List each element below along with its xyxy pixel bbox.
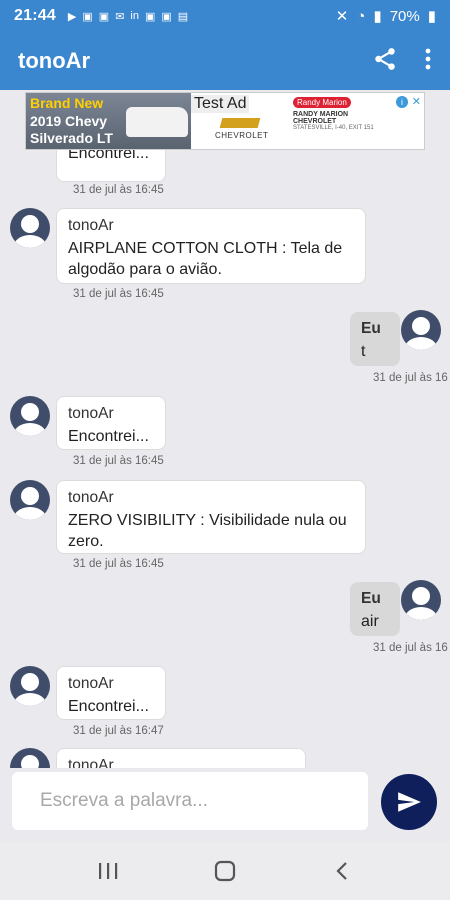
word-input[interactable]	[12, 772, 368, 830]
square-icon: ▣	[98, 10, 110, 23]
avatar	[10, 666, 50, 706]
test-ad-label: Test Ad	[191, 95, 250, 113]
message-timestamp: 31 de jul às 16:45	[73, 558, 164, 570]
avatar	[10, 396, 50, 436]
dealer-location: STATESVILLE, I-40, EXIT 151	[293, 125, 374, 131]
mute-icon: ✕	[335, 8, 349, 25]
message-timestamp: 31 de jul às 16:45	[73, 184, 164, 196]
play-icon: ▶	[67, 10, 77, 23]
message-text: AIRPLANE COTTON CLOTH : Tela de algodão …	[68, 240, 343, 278]
wifi-icon: ◔	[356, 7, 366, 25]
message-timestamp: 31 de jul às 16:45	[73, 455, 164, 467]
brand-name: CHEVROLET	[215, 131, 269, 140]
battery-icon: ▮	[427, 8, 436, 25]
avatar	[401, 580, 441, 620]
message-sender: tonoAr	[68, 757, 114, 768]
message-timestamp: 31 de jul às 16	[373, 642, 448, 654]
message-bubble-sent: Eu air	[350, 582, 400, 636]
status-bar: 21:44 ▶ ▣ ▣ ✉ in ▣ ▣ ▤ ✕ ◔ ▮ 70% ▮	[0, 0, 450, 32]
mail-icon: ✉	[115, 10, 125, 23]
dealer-name: RANDY MARION	[293, 111, 349, 118]
message-text: ZERO VISIBILITY : Visibilidade nula ou z…	[68, 512, 347, 550]
ad-left-panel: Brand New 2019 Chevy Silverado LT	[26, 93, 191, 149]
navigation-bar	[0, 842, 450, 900]
send-icon	[398, 792, 421, 812]
send-button[interactable]	[381, 774, 437, 830]
ad-mid-panel: Test Ad CHEVROLET	[191, 93, 289, 149]
message-text: Encontrei...	[68, 428, 149, 445]
image-icon: ▤	[177, 10, 189, 23]
message-text: t	[361, 343, 366, 360]
home-icon	[214, 860, 236, 882]
message-sender: tonoAr	[68, 405, 114, 422]
ad-trim: Silverado LT	[30, 130, 113, 146]
ad-info-icon[interactable]: i	[396, 96, 408, 108]
message-bubble-sent: Eu t	[350, 312, 400, 366]
recent-apps-button[interactable]	[88, 851, 128, 891]
recent-apps-icon	[99, 863, 118, 879]
app-title: tonoAr	[18, 48, 91, 73]
avatar	[10, 480, 50, 520]
ad-close-icon[interactable]: ✕	[412, 95, 421, 108]
message-text: Encontrei...	[68, 150, 149, 162]
message-bubble: Encontrei...	[56, 150, 166, 182]
message-bubble: tonoAr AIRPLANE COTTON CLOTH : Tela de a…	[56, 208, 366, 284]
ad-model: 2019 Chevy	[30, 113, 108, 129]
signal-icon: ▮	[373, 8, 382, 25]
linkedin-icon: in	[130, 10, 139, 22]
message-text: air	[361, 613, 379, 630]
message-timestamp: 31 de jul às 16	[373, 372, 448, 384]
message-bubble: tonoAr Encontrei...	[56, 666, 166, 720]
app-bar: tonoAr	[0, 32, 450, 90]
notification-icons: ▶ ▣ ▣ ✉ in ▣ ▣ ▤	[68, 10, 188, 23]
message-bubble: tonoAr	[56, 748, 306, 768]
share-icon[interactable]	[372, 46, 398, 77]
avatar	[401, 310, 441, 350]
dealer-brand: CHEVROLET	[293, 118, 337, 125]
back-button[interactable]	[322, 851, 362, 891]
battery-percent: 70%	[389, 7, 420, 25]
truck-image	[126, 107, 188, 137]
home-button[interactable]	[205, 851, 245, 891]
message-sender: tonoAr	[68, 217, 114, 234]
app-actions	[372, 46, 432, 77]
message-timestamp: 31 de jul às 16:47	[73, 725, 164, 737]
avatar	[10, 208, 50, 248]
square-icon: ▣	[144, 10, 156, 23]
status-right: ✕ ◔ ▮ 70% ▮	[335, 7, 436, 26]
message-timestamp: 31 de jul às 16:45	[73, 288, 164, 300]
compose-row	[0, 772, 450, 832]
square-icon: ▣	[161, 10, 172, 23]
message-sender: Eu	[361, 590, 381, 607]
message-sender: tonoAr	[68, 489, 114, 506]
chat-area[interactable]: Encontrei... 31 de jul às 16:45 tonoAr A…	[0, 150, 450, 768]
chevrolet-logo-icon	[219, 118, 261, 128]
dealer-logo: Randy Marion	[293, 97, 351, 108]
ad-banner[interactable]: Brand New 2019 Chevy Silverado LT Test A…	[25, 92, 425, 150]
more-options-icon[interactable]	[424, 47, 432, 76]
square-icon: ▣	[82, 10, 93, 23]
avatar	[10, 748, 50, 768]
message-sender: Eu	[361, 320, 381, 337]
message-bubble: tonoAr Encontrei...	[56, 396, 166, 450]
status-time: 21:44	[14, 7, 56, 24]
ad-right-panel: Randy Marion RANDY MARION CHEVROLET STAT…	[289, 93, 424, 149]
message-sender: tonoAr	[68, 675, 114, 692]
back-icon	[336, 862, 347, 880]
message-text: Encontrei...	[68, 698, 149, 715]
message-bubble: tonoAr ZERO VISIBILITY : Visibilidade nu…	[56, 480, 366, 554]
ad-headline: Brand New	[30, 95, 104, 111]
